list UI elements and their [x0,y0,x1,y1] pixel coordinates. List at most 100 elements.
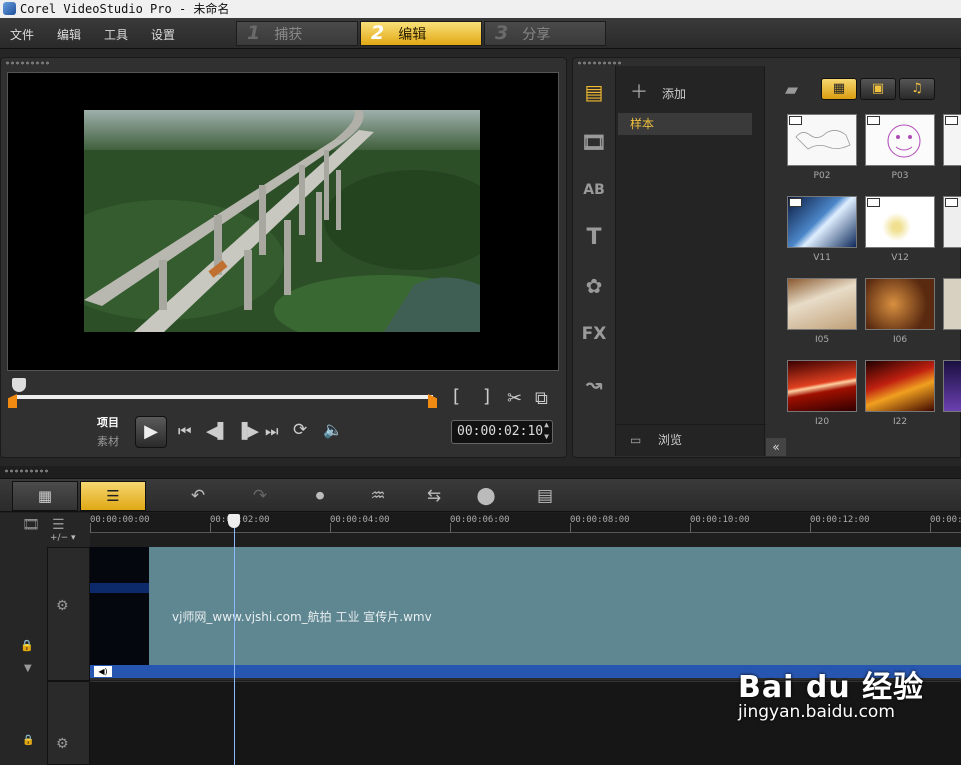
thumbnail-partial[interactable] [943,114,961,166]
thumbnail-partial[interactable] [943,278,961,330]
timeline-view-button[interactable]: ☰ [80,481,146,511]
undo-icon[interactable]: ↶ [184,484,212,508]
play-icon: ▶ [144,421,158,442]
overlay-lock-icon[interactable]: 🔒 [22,735,34,746]
baidu-watermark: Bai du 经验 jingyan.baidu.com [738,662,924,722]
step-label: 分享 [522,27,551,43]
panel-grip[interactable] [4,469,50,473]
step-tab-edit[interactable]: 2 编辑 [360,21,482,46]
thumbnail-label: I20 [814,417,830,427]
collapse-library-button[interactable]: « [766,438,786,456]
mode-project[interactable]: 项目 [97,414,119,430]
menu-tools[interactable]: 工具 [104,26,128,43]
filter-video-button[interactable]: ▦ [821,78,857,100]
watermark-brand: Bai du 经验 [738,670,925,705]
mode-clip[interactable]: 素材 [97,433,119,449]
smart-proxy-icon[interactable]: ⬤ [472,484,500,508]
mark-in-button[interactable]: [ [453,386,460,407]
menu-settings[interactable]: 设置 [151,26,175,43]
play-button[interactable]: ▶ [135,416,167,448]
thumbnail-partial[interactable] [943,196,961,248]
filter-icon[interactable]: FX [579,320,609,348]
timeline-toolbar: ▦ ☰ ↶ ↷ ⏺ ♒ ⇆ ⬤ ▤ [0,478,961,512]
instant-project-icon[interactable]: 🎞 [579,128,609,156]
overlay-track-header[interactable]: ⚙ [47,681,90,765]
volume-icon[interactable]: 🔈 [323,420,343,439]
track-header-column: 🎞 ☰ +/− ▾ ⚙ 🔒 ▼ ⚙ 🔒 [0,513,90,765]
ruler-label: 00:00:00:00 [90,515,150,525]
expand-track-icon[interactable]: ▼ [24,663,32,674]
chapter-point-icon[interactable]: ▤ [531,484,559,508]
graphic-icon[interactable]: ✿ [579,272,609,300]
panel-grip[interactable] [5,61,51,65]
library-category-bar: ▤ 🎞 AB T ✿ FX ↝ [573,66,615,456]
mark-out-button[interactable]: ] [483,386,490,407]
playhead-handle[interactable] [228,514,240,528]
filter-audio-button[interactable]: ♫ [899,78,935,100]
panel-grip[interactable] [577,61,623,65]
record-capture-icon[interactable]: ⏺ [306,484,334,508]
auto-music-icon[interactable]: ⇆ [420,484,448,508]
app-window: Corel VideoStudio Pro - 未命名 文件 编辑 工具 设置 … [0,0,961,765]
thumbnail-p02[interactable] [787,114,857,166]
trim-in-marker[interactable] [8,394,17,408]
storyboard-view-button[interactable]: ▦ [12,481,78,511]
transition-icon[interactable]: AB [579,176,609,204]
title-icon[interactable]: T [579,224,609,252]
browse-label: 浏览 [658,433,683,447]
thumbnail-label: I22 [892,417,908,427]
video-clip[interactable]: vj师网_www.vjshi.com_航拍 工业 宣传片.wmv [90,547,961,665]
step-number: 2 [371,22,385,44]
timecode-stepper-icon[interactable]: ▲ ▼ [544,419,549,443]
scrubber-bar[interactable] [15,395,433,399]
previous-frame-icon[interactable]: ◀▌ [206,422,229,440]
thumbnail-i05[interactable] [787,278,857,330]
add-folder-button[interactable]: ＋ 添加 [630,78,686,104]
browse-button[interactable]: ▭ 浏览 [616,424,766,454]
step-tab-share[interactable]: 3 分享 [484,21,606,46]
thumbnail-p03[interactable] [865,114,935,166]
end-icon[interactable]: ⏭ [265,422,279,440]
show-all-tracks-icon[interactable]: ☰ [52,517,65,533]
redo-icon[interactable]: ↷ [246,484,274,508]
thumbnail-v12[interactable] [865,196,935,248]
filter-photo-button[interactable]: ▣ [860,78,896,100]
menu-edit[interactable]: 编辑 [57,26,81,43]
scrubber-handle[interactable] [12,378,26,392]
trim-out-marker[interactable] [428,394,437,408]
timecode-field[interactable]: 00:00:02:10 ▲ ▼ [451,420,553,444]
next-frame-icon[interactable]: ▐▶ [236,422,259,440]
folder-icon[interactable]: ▰ [785,80,798,100]
ruler-tick [930,523,931,533]
ruler-label: 00:00:12:00 [810,515,870,525]
ruler-tick [690,523,691,533]
timeline-ruler[interactable]: 00:00:00:00 00:00:02:00 00:00:04:00 00:0… [90,513,961,533]
ruler-label: 00:00:1 [930,515,961,525]
add-label: 添加 [662,87,687,101]
home-icon[interactable]: ⏮ [178,422,192,440]
audio-mixer-icon[interactable]: ♒ [364,484,392,508]
track-manager-icon[interactable]: 🎞 [22,517,40,533]
enlarge-icon[interactable]: ⧉ [535,388,548,409]
video-track-header[interactable]: ⚙ [47,547,90,681]
folder-item-sample[interactable]: 样本 [618,113,752,135]
menu-file[interactable]: 文件 [10,26,34,43]
playhead-line[interactable] [234,518,235,765]
library-panel: ▤ 🎞 AB T ✿ FX ↝ ＋添加 样本 ▭ 浏览 ▰ ▦ ▣ ♫ P02 … [572,57,961,458]
speaker-icon[interactable]: ◀) [94,666,112,677]
repeat-icon[interactable]: ⟳ [293,420,307,440]
step-tab-capture[interactable]: 1 捕获 [236,21,358,46]
scissors-icon[interactable]: ✂ [507,388,522,409]
thumbnail-i22[interactable] [865,360,935,412]
video-badge-icon [789,198,802,207]
timecode-value: 00:00:02:10 [457,424,544,439]
path-icon[interactable]: ↝ [579,370,609,398]
track-lock-icon[interactable]: 🔒 [20,639,34,652]
zoom-control[interactable]: +/− ▾ [50,533,76,543]
thumbnail-v11[interactable] [787,196,857,248]
video-badge-icon [945,116,958,125]
thumbnail-partial[interactable] [943,360,961,412]
thumbnail-i20[interactable] [787,360,857,412]
media-icon[interactable]: ▤ [579,78,609,106]
thumbnail-i06[interactable] [865,278,935,330]
